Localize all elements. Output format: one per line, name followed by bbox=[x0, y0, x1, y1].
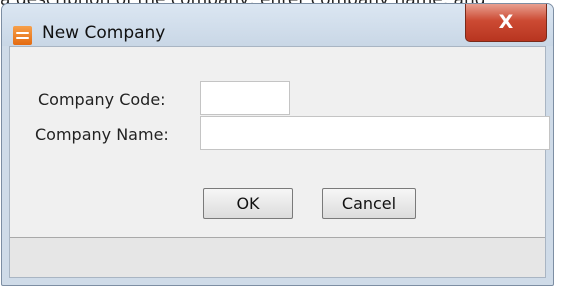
company-code-input[interactable] bbox=[200, 81, 290, 115]
cancel-button[interactable]: Cancel bbox=[322, 188, 416, 219]
ok-button[interactable]: OK bbox=[203, 188, 293, 219]
company-name-label: Company Name: bbox=[35, 125, 169, 144]
dialog-body: Company Code: Company Name: OK Cancel bbox=[9, 46, 550, 278]
company-name-input[interactable] bbox=[200, 116, 550, 150]
title-bar[interactable]: New Company X bbox=[2, 4, 553, 46]
close-button[interactable]: X bbox=[465, 4, 547, 42]
dialog-title: New Company bbox=[42, 23, 166, 43]
status-bar bbox=[10, 237, 545, 277]
company-code-label: Company Code: bbox=[38, 90, 166, 109]
new-company-dialog: New Company X Company Code: Company Name… bbox=[1, 3, 554, 286]
document-stack-icon bbox=[13, 26, 32, 45]
